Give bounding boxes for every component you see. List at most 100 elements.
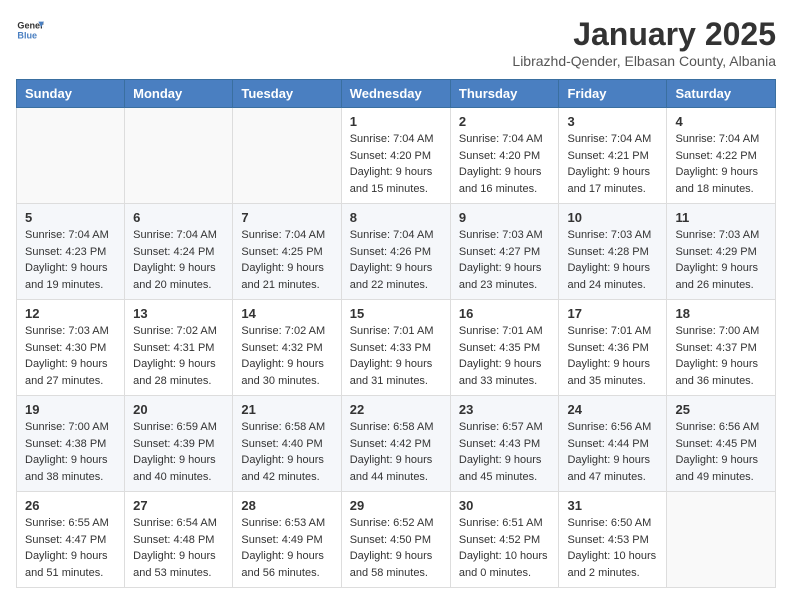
day-info: Sunrise: 6:58 AMSunset: 4:40 PMDaylight:… [241,419,332,485]
day-number: 13 [133,306,224,321]
calendar-cell: 8 Sunrise: 7:04 AMSunset: 4:26 PMDaylight… [341,204,450,300]
calendar-week-row: 5 Sunrise: 7:04 AMSunset: 4:23 PMDaylight… [17,204,776,300]
day-number: 26 [25,498,116,513]
weekday-header: Friday [559,80,667,108]
calendar-cell: 24 Sunrise: 6:56 AMSunset: 4:44 PMDayligh… [559,396,667,492]
day-number: 22 [350,402,442,417]
day-info: Sunrise: 7:04 AMSunset: 4:25 PMDaylight:… [241,227,332,293]
day-number: 20 [133,402,224,417]
calendar-cell: 4Sunrise: 7:04 AMSunset: 4:22 PMDaylight… [667,108,776,204]
calendar-cell: 13 Sunrise: 7:02 AMSunset: 4:31 PMDayligh… [125,300,233,396]
calendar-cell: 12 Sunrise: 7:03 AMSunset: 4:30 PMDayligh… [17,300,125,396]
day-number: 7 [241,210,332,225]
day-info: Sunrise: 7:03 AMSunset: 4:28 PMDaylight:… [567,227,658,293]
day-number: 16 [459,306,551,321]
calendar-week-row: 12 Sunrise: 7:03 AMSunset: 4:30 PMDayligh… [17,300,776,396]
day-number: 24 [567,402,658,417]
calendar-cell: 6 Sunrise: 7:04 AMSunset: 4:24 PMDaylight… [125,204,233,300]
day-number: 6 [133,210,224,225]
day-info: Sunrise: 7:04 AMSunset: 4:24 PMDaylight:… [133,227,224,293]
calendar-cell [667,492,776,588]
day-info: Sunrise: 7:04 AMSunset: 4:20 PMDaylight:… [459,131,551,197]
day-number: 30 [459,498,551,513]
svg-text:Blue: Blue [17,30,37,40]
day-number: 25 [675,402,767,417]
day-info: Sunrise: 7:01 AMSunset: 4:36 PMDaylight:… [567,323,658,389]
calendar-cell: 9Sunrise: 7:03 AMSunset: 4:27 PMDaylight… [450,204,559,300]
day-number: 14 [241,306,332,321]
day-info: Sunrise: 7:01 AMSunset: 4:35 PMDaylight:… [459,323,551,389]
day-info: Sunrise: 7:02 AMSunset: 4:32 PMDaylight:… [241,323,332,389]
day-info: Sunrise: 7:04 AMSunset: 4:21 PMDaylight:… [567,131,658,197]
calendar-cell: 2Sunrise: 7:04 AMSunset: 4:20 PMDaylight… [450,108,559,204]
logo-icon: General Blue [16,16,44,44]
calendar-cell: 22Sunrise: 6:58 AMSunset: 4:42 PMDayligh… [341,396,450,492]
calendar-cell: 18 Sunrise: 7:00 AMSunset: 4:37 PMDayligh… [667,300,776,396]
calendar-cell: 5 Sunrise: 7:04 AMSunset: 4:23 PMDaylight… [17,204,125,300]
day-info: Sunrise: 6:50 AMSunset: 4:53 PMDaylight:… [567,515,658,581]
page-header: General Blue January 2025 Librazhd-Qende… [16,16,776,69]
day-info: Sunrise: 6:52 AMSunset: 4:50 PMDaylight:… [350,515,442,581]
calendar-cell: 27 Sunrise: 6:54 AMSunset: 4:48 PMDayligh… [125,492,233,588]
day-number: 8 [350,210,442,225]
day-info: Sunrise: 7:02 AMSunset: 4:31 PMDaylight:… [133,323,224,389]
day-info: Sunrise: 7:01 AMSunset: 4:33 PMDaylight:… [350,323,442,389]
calendar-cell [17,108,125,204]
day-info: Sunrise: 7:03 AMSunset: 4:29 PMDaylight:… [675,227,767,293]
calendar-cell: 30 Sunrise: 6:51 AMSunset: 4:52 PMDayligh… [450,492,559,588]
day-number: 28 [241,498,332,513]
calendar-cell [125,108,233,204]
calendar-cell: 20Sunrise: 6:59 AMSunset: 4:39 PMDayligh… [125,396,233,492]
calendar-week-row: 1 Sunrise: 7:04 AMSunset: 4:20 PMDaylight… [17,108,776,204]
day-info: Sunrise: 6:56 AMSunset: 4:44 PMDaylight:… [567,419,658,485]
day-info: Sunrise: 7:03 AMSunset: 4:27 PMDaylight:… [459,227,551,293]
day-number: 5 [25,210,116,225]
day-number: 19 [25,402,116,417]
calendar-cell: 29 Sunrise: 6:52 AMSunset: 4:50 PMDayligh… [341,492,450,588]
calendar-cell: 19 Sunrise: 7:00 AMSunset: 4:38 PMDayligh… [17,396,125,492]
weekday-header: Saturday [667,80,776,108]
day-info: Sunrise: 6:51 AMSunset: 4:52 PMDaylight:… [459,515,551,581]
day-info: Sunrise: 7:00 AMSunset: 4:38 PMDaylight:… [25,419,116,485]
weekday-header: Tuesday [233,80,341,108]
calendar-cell: 11 Sunrise: 7:03 AMSunset: 4:29 PMDayligh… [667,204,776,300]
weekday-header: Sunday [17,80,125,108]
weekday-header: Wednesday [341,80,450,108]
calendar-cell: 17Sunrise: 7:01 AMSunset: 4:36 PMDayligh… [559,300,667,396]
calendar-cell: 1 Sunrise: 7:04 AMSunset: 4:20 PMDaylight… [341,108,450,204]
calendar-cell: 21 Sunrise: 6:58 AMSunset: 4:40 PMDayligh… [233,396,341,492]
logo: General Blue [16,16,44,44]
calendar-cell: 7 Sunrise: 7:04 AMSunset: 4:25 PMDaylight… [233,204,341,300]
day-info: Sunrise: 7:00 AMSunset: 4:37 PMDaylight:… [675,323,767,389]
calendar-cell: 3 Sunrise: 7:04 AMSunset: 4:21 PMDaylight… [559,108,667,204]
day-number: 4 [675,114,767,129]
day-info: Sunrise: 6:55 AMSunset: 4:47 PMDaylight:… [25,515,116,581]
title-block: January 2025 Librazhd-Qender, Elbasan Co… [512,16,776,69]
day-info: Sunrise: 7:03 AMSunset: 4:30 PMDaylight:… [25,323,116,389]
day-number: 21 [241,402,332,417]
day-number: 10 [567,210,658,225]
calendar-cell: 28Sunrise: 6:53 AMSunset: 4:49 PMDayligh… [233,492,341,588]
calendar-cell: 31 Sunrise: 6:50 AMSunset: 4:53 PMDayligh… [559,492,667,588]
calendar-cell: 25 Sunrise: 6:56 AMSunset: 4:45 PMDayligh… [667,396,776,492]
day-number: 1 [350,114,442,129]
day-info: Sunrise: 7:04 AMSunset: 4:26 PMDaylight:… [350,227,442,293]
calendar-table: SundayMondayTuesdayWednesdayThursdayFrid… [16,79,776,588]
calendar-cell: 14 Sunrise: 7:02 AMSunset: 4:32 PMDayligh… [233,300,341,396]
day-number: 29 [350,498,442,513]
day-number: 18 [675,306,767,321]
weekday-header: Thursday [450,80,559,108]
day-info: Sunrise: 6:56 AMSunset: 4:45 PMDaylight:… [675,419,767,485]
day-number: 27 [133,498,224,513]
day-number: 31 [567,498,658,513]
day-info: Sunrise: 7:04 AMSunset: 4:23 PMDaylight:… [25,227,116,293]
location-title: Librazhd-Qender, Elbasan County, Albania [512,53,776,69]
day-info: Sunrise: 6:54 AMSunset: 4:48 PMDaylight:… [133,515,224,581]
calendar-cell: 26 Sunrise: 6:55 AMSunset: 4:47 PMDayligh… [17,492,125,588]
calendar-cell: 16 Sunrise: 7:01 AMSunset: 4:35 PMDayligh… [450,300,559,396]
day-number: 12 [25,306,116,321]
day-number: 11 [675,210,767,225]
day-number: 3 [567,114,658,129]
calendar-header-row: SundayMondayTuesdayWednesdayThursdayFrid… [17,80,776,108]
day-info: Sunrise: 7:04 AMSunset: 4:20 PMDaylight:… [350,131,442,197]
